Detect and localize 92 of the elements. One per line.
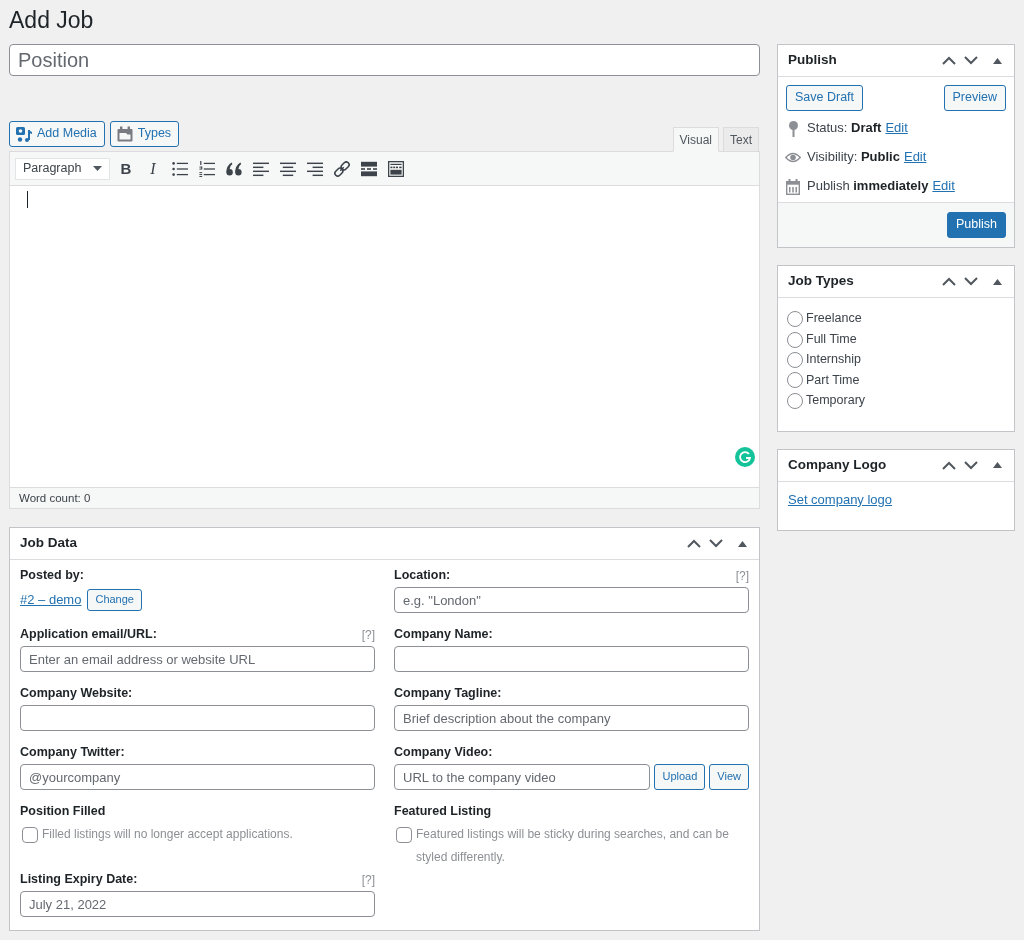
field-label: Company Tagline: (394, 685, 502, 703)
radio-button[interactable] (787, 351, 803, 368)
checkbox[interactable] (396, 826, 412, 843)
text-field[interactable]: e.g. "London" (394, 587, 749, 613)
checkbox-description: Filled listings will no longer accept applications. (42, 826, 293, 843)
editor-tab[interactable]: Visual (672, 127, 719, 152)
media-toolbar-button[interactable]: Types (109, 121, 180, 147)
calendar-icon (786, 178, 800, 195)
panel-title: Job Data (20, 534, 77, 553)
numbered-list-icon[interactable] (199, 160, 215, 177)
help-tip[interactable]: [?] (735, 567, 749, 585)
page-title: Add Job (9, 6, 94, 35)
edit-link[interactable]: Edit (932, 177, 955, 196)
checkbox-description: Featured listings will be sticky during searches, and can be styled differently. (416, 826, 730, 866)
chevron-up-icon[interactable] (942, 277, 956, 286)
radio-button[interactable] (787, 331, 803, 348)
checkbox[interactable] (22, 826, 38, 843)
text-field[interactable]: @yourcompany (20, 764, 375, 790)
field-label: Posted by: (20, 567, 84, 585)
option-label[interactable]: Internship (806, 351, 861, 369)
field-label: Location: (394, 567, 451, 585)
title-field[interactable]: Position (9, 44, 760, 76)
collapse-triangle-icon[interactable] (993, 278, 1002, 285)
field-label: Position Filled (20, 803, 106, 821)
text-field[interactable]: July 21, 2022 (20, 891, 375, 917)
option-label[interactable]: Freelance (806, 310, 862, 328)
caret-icon (93, 166, 102, 171)
publish-setting-text: Visibility: Public (807, 148, 900, 167)
field-label: Featured Listing (394, 803, 492, 821)
link-icon[interactable] (334, 160, 350, 177)
collapse-triangle-icon[interactable] (738, 540, 747, 547)
format-select[interactable]: Paragraph (15, 157, 110, 180)
set-logo-link[interactable]: Set company logo (788, 491, 893, 507)
field-label: Application email/URL: (20, 626, 157, 644)
align-center-icon[interactable] (280, 160, 296, 177)
change-button[interactable]: Change (87, 589, 142, 611)
media-icon (16, 126, 32, 142)
chevron-down-icon[interactable] (964, 277, 978, 286)
field-action-button[interactable]: Upload (654, 764, 706, 790)
toolbar-toggle-icon[interactable] (388, 160, 404, 177)
calendar-icon (116, 126, 133, 142)
blockquote-icon[interactable] (226, 160, 242, 177)
option-label[interactable]: Temporary (806, 392, 866, 410)
editor-tab[interactable]: Text (723, 127, 759, 152)
read-more-icon[interactable] (361, 160, 377, 177)
edit-link[interactable]: Edit (885, 119, 908, 138)
help-tip[interactable]: [?] (361, 871, 375, 889)
chevron-down-icon[interactable] (964, 56, 978, 65)
publish-button[interactable]: Publish (947, 212, 1006, 238)
chevron-up-icon[interactable] (687, 539, 701, 548)
bullet-list-icon[interactable] (172, 160, 188, 177)
help-tip[interactable]: [?] (361, 626, 375, 644)
preview-button[interactable]: Preview (943, 85, 1006, 111)
chevron-up-icon[interactable] (942, 460, 956, 470)
chevron-down-icon[interactable] (709, 539, 723, 548)
chevron-down-icon[interactable] (964, 460, 978, 470)
radio-button[interactable] (787, 372, 803, 389)
align-right-icon[interactable] (307, 160, 323, 177)
save-draft-button[interactable]: Save Draft (786, 85, 864, 111)
text-field[interactable]: URL to the company video (394, 764, 651, 790)
radio-button[interactable] (787, 392, 803, 409)
word-count: Word count: 0 (19, 492, 91, 504)
assistant-badge-icon (735, 447, 755, 467)
text-field[interactable]: Brief description about the company (394, 705, 749, 731)
italic-button[interactable]: I (150, 160, 156, 177)
field-label: Company Twitter: (20, 744, 125, 762)
text-field[interactable] (394, 646, 749, 672)
radio-button[interactable] (787, 311, 803, 328)
collapse-triangle-icon[interactable] (993, 57, 1002, 64)
field-label: Company Name: (394, 626, 493, 644)
collapse-triangle-icon[interactable] (993, 462, 1002, 469)
option-label[interactable]: Part Time (806, 371, 860, 390)
media-toolbar-button[interactable]: Add Media (9, 121, 105, 147)
panel-title: Job Types (788, 272, 854, 291)
pin-icon (788, 120, 798, 137)
text-field[interactable]: Enter an email address or website URL (20, 646, 375, 672)
author-link[interactable]: #2 – demo (20, 590, 82, 610)
panel-title: Company Logo (788, 456, 887, 474)
text-field[interactable] (20, 705, 375, 731)
option-label[interactable]: Full Time (806, 330, 857, 349)
panel-title: Publish (788, 51, 837, 70)
bold-button[interactable]: B (120, 160, 132, 177)
align-left-icon[interactable] (253, 160, 269, 177)
eye-icon (785, 152, 801, 163)
field-action-button[interactable]: View (709, 764, 749, 790)
field-label: Listing Expiry Date: (20, 871, 138, 889)
chevron-up-icon[interactable] (942, 56, 956, 65)
field-label: Company Website: (20, 685, 133, 703)
edit-link[interactable]: Edit (903, 148, 927, 167)
field-label: Company Video: (394, 744, 493, 762)
publish-setting-text: Publish immediately (807, 177, 929, 196)
publish-setting-text: Status: Draft (807, 119, 882, 138)
